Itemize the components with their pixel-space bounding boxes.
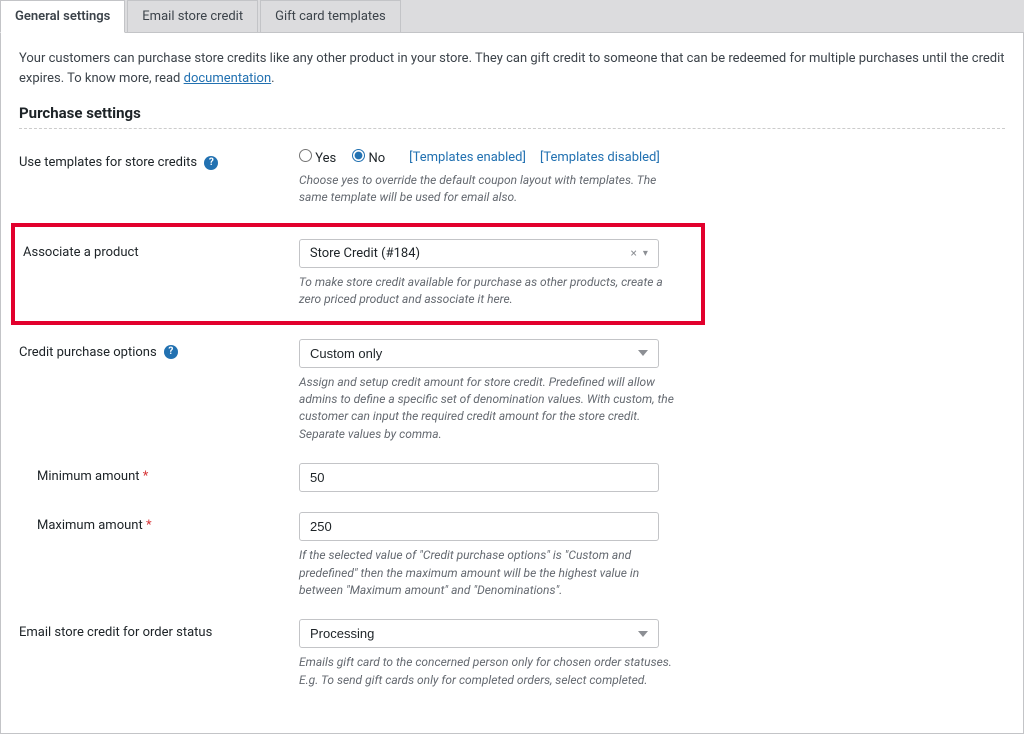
help-icon[interactable]: ? — [204, 156, 218, 170]
label-email-order-status: Email store credit for order status — [19, 619, 299, 640]
label-credit-options: Credit purchase options ? — [19, 339, 299, 360]
templates-enabled-link[interactable]: [Templates enabled] — [409, 150, 526, 165]
clear-icon[interactable]: × — [630, 246, 636, 260]
help-icon[interactable]: ? — [164, 345, 178, 359]
tab-email-store-credit[interactable]: Email store credit — [127, 0, 258, 32]
radio-yes[interactable] — [299, 149, 312, 162]
label-use-templates-text: Use templates for store credits — [19, 155, 197, 170]
email-order-status-select[interactable]: Processing — [299, 619, 659, 648]
templates-disabled-link[interactable]: [Templates disabled] — [540, 150, 660, 165]
documentation-link[interactable]: documentation — [184, 71, 272, 86]
desc-email-order-status: Emails gift card to the concerned person… — [299, 654, 679, 689]
desc-use-templates: Choose yes to override the default coupo… — [299, 172, 679, 207]
label-credit-options-text: Credit purchase options — [19, 345, 157, 360]
radio-no-label[interactable]: No — [352, 149, 385, 166]
label-minimum-amount-text: Minimum amount — [37, 469, 140, 484]
row-email-order-status: Email store credit for order status Proc… — [19, 619, 1005, 689]
settings-tabs: General settings Email store credit Gift… — [0, 0, 1024, 33]
settings-panel: Your customers can purchase store credit… — [0, 33, 1024, 734]
row-associate-product: Associate a product Store Credit (#184) … — [23, 239, 693, 309]
highlight-associate-product: Associate a product Store Credit (#184) … — [11, 223, 705, 325]
required-asterisk: * — [146, 518, 152, 533]
radio-no[interactable] — [352, 149, 365, 162]
associate-product-select[interactable]: Store Credit (#184) × ▾ — [299, 239, 659, 268]
credit-options-select[interactable]: Custom only — [299, 339, 659, 368]
tab-general-settings[interactable]: General settings — [0, 0, 125, 33]
tab-gift-card-templates[interactable]: Gift card templates — [260, 0, 401, 32]
desc-credit-options: Assign and setup credit amount for store… — [299, 374, 679, 444]
radio-yes-label[interactable]: Yes — [299, 149, 336, 166]
section-title-purchase-settings: Purchase settings — [19, 104, 1005, 129]
minimum-amount-input[interactable] — [299, 463, 659, 492]
row-credit-options: Credit purchase options ? Custom only As… — [19, 339, 1005, 444]
associate-product-value: Store Credit (#184) — [310, 246, 420, 261]
required-asterisk: * — [143, 469, 149, 484]
label-maximum-amount: Maximum amount * — [19, 512, 299, 533]
row-use-templates: Use templates for store credits ? Yes No… — [19, 149, 1005, 207]
radio-yes-text: Yes — [315, 151, 336, 166]
row-minimum-amount: Minimum amount * — [19, 463, 1005, 492]
radio-no-text: No — [368, 151, 385, 166]
maximum-amount-input[interactable] — [299, 512, 659, 541]
intro-text-before: Your customers can purchase store credit… — [19, 51, 1005, 86]
desc-associate-product: To make store credit available for purch… — [299, 274, 679, 309]
label-use-templates: Use templates for store credits ? — [19, 149, 299, 170]
label-associate-product: Associate a product — [23, 239, 299, 260]
intro-text: Your customers can purchase store credit… — [19, 49, 1005, 88]
chevron-down-icon: ▾ — [643, 248, 648, 259]
desc-maximum-amount: If the selected value of "Credit purchas… — [299, 547, 679, 599]
intro-text-after: . — [271, 71, 274, 86]
label-minimum-amount: Minimum amount * — [19, 463, 299, 484]
label-maximum-amount-text: Maximum amount — [37, 518, 143, 533]
row-maximum-amount: Maximum amount * If the selected value o… — [19, 512, 1005, 599]
